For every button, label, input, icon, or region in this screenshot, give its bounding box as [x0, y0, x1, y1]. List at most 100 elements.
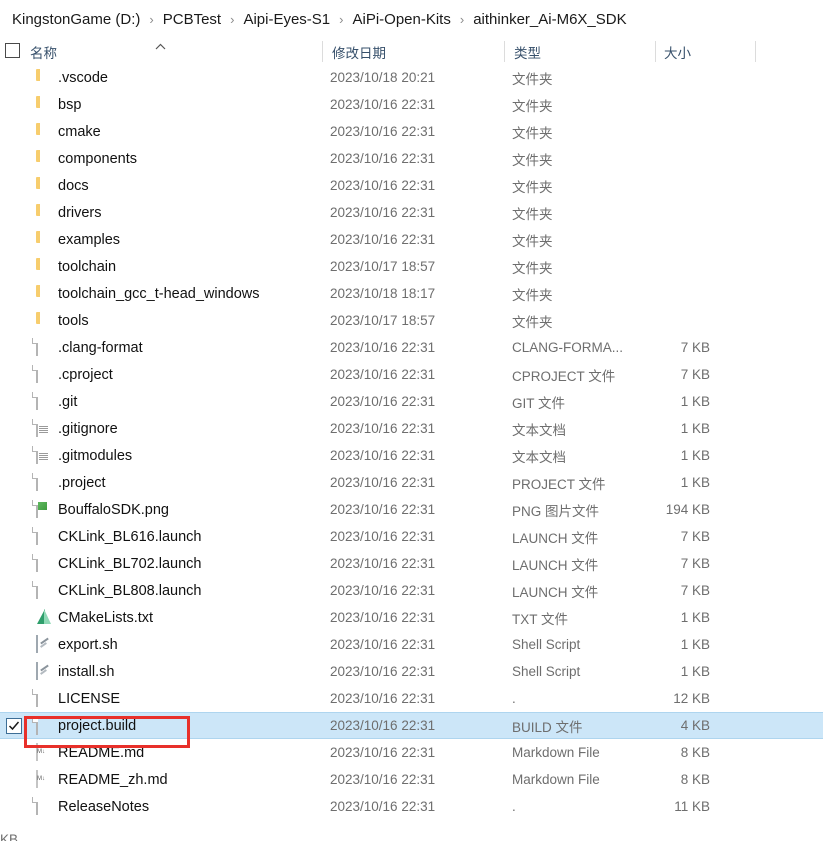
table-row[interactable]: project.build 2023/10/16 22:31 BUILD 文件 4 K… [0, 712, 823, 739]
table-row[interactable]: drivers 2023/10/16 22:31 文件夹 [0, 199, 823, 226]
file-name[interactable]: .vscode [58, 70, 108, 86]
table-row[interactable]: .clang-format 2023/10/16 22:31 CLANG-FORMA… [0, 334, 823, 361]
table-row[interactable]: CMakeLists.txt 2023/10/16 22:31 TXT 文件 1 KB [0, 604, 823, 631]
file-date-modified: 2023/10/16 22:31 [330, 367, 436, 382]
table-row[interactable]: toolchain_gcc_t-head_windows 2023/10/18 1… [0, 280, 823, 307]
file-type: BUILD 文件 [512, 719, 583, 735]
breadcrumb[interactable]: KingstonGame (D:) › PCBTest › Aipi-Eyes-S1 › A… [0, 0, 823, 38]
image-file-icon [36, 500, 53, 519]
file-size: 7 KB [680, 529, 710, 544]
table-row[interactable]: BouffaloSDK.png 2023/10/16 22:31 PNG 图片文件 1… [0, 496, 823, 523]
table-row[interactable]: export.sh 2023/10/16 22:31 Shell Script 1 K… [0, 631, 823, 658]
file-size: 1 KB [680, 394, 710, 409]
column-divider-type[interactable] [655, 41, 656, 62]
column-header-type[interactable]: 类型 [514, 42, 541, 62]
table-row[interactable]: .cproject 2023/10/16 22:31 CPROJECT 文件 7 KB [0, 361, 823, 388]
file-date-modified: 2023/10/16 22:31 [330, 745, 436, 760]
column-header-date-modified[interactable]: 修改日期 [332, 42, 386, 62]
table-row[interactable]: M↓ README.md 2023/10/16 22:31 Markdown File… [0, 739, 823, 766]
table-row[interactable]: LICENSE 2023/10/16 22:31. 12 KB [0, 685, 823, 712]
file-size: 194 KB [665, 502, 710, 517]
file-name[interactable]: bsp [58, 97, 81, 113]
blank-document-icon [36, 338, 53, 357]
file-name[interactable]: project.build [58, 718, 136, 734]
file-type: 文本文档 [512, 422, 566, 438]
file-list[interactable]: .vscode 2023/10/18 20:21 文件夹 bsp 2023/10/16 … [0, 64, 823, 820]
file-size: 12 KB [673, 691, 710, 706]
breadcrumb-item-2[interactable]: Aipi-Eyes-S1 [241, 10, 332, 29]
table-row[interactable]: cmake 2023/10/16 22:31 文件夹 [0, 118, 823, 145]
column-divider-date[interactable] [504, 41, 505, 62]
file-date-modified: 2023/10/16 22:31 [330, 124, 436, 139]
table-row[interactable]: bsp 2023/10/16 22:31 文件夹 [0, 91, 823, 118]
column-header-name[interactable]: 名称 [30, 42, 57, 62]
file-name[interactable]: .gitmodules [58, 448, 132, 464]
table-row[interactable]: CKLink_BL702.launch 2023/10/16 22:31 LAUNC… [0, 550, 823, 577]
file-name[interactable]: CKLink_BL808.launch [58, 583, 202, 599]
breadcrumb-item-3[interactable]: AiPi-Open-Kits [350, 10, 452, 29]
file-date-modified: 2023/10/16 22:31 [330, 178, 436, 193]
file-name[interactable]: docs [58, 178, 89, 194]
table-row[interactable]: M↓ README_zh.md 2023/10/16 22:31 Markdown F… [0, 766, 823, 793]
column-header-size[interactable]: 大小 [664, 42, 691, 62]
file-name[interactable]: .project [58, 475, 106, 491]
table-row[interactable]: toolchain 2023/10/17 18:57 文件夹 [0, 253, 823, 280]
file-name[interactable]: BouffaloSDK.png [58, 502, 169, 518]
file-name[interactable]: README.md [58, 745, 144, 761]
file-name[interactable]: toolchain_gcc_t-head_windows [58, 286, 260, 302]
blank-document-icon [36, 392, 53, 411]
file-name[interactable]: .clang-format [58, 340, 143, 356]
row-checkbox[interactable] [6, 718, 22, 734]
file-name[interactable]: .git [58, 394, 77, 410]
table-row[interactable]: .gitignore 2023/10/16 22:31 文本文档 1 KB [0, 415, 823, 442]
table-row[interactable]: .project 2023/10/16 22:31 PROJECT 文件 1 KB [0, 469, 823, 496]
table-row[interactable]: docs 2023/10/16 22:31 文件夹 [0, 172, 823, 199]
file-name[interactable]: README_zh.md [58, 772, 168, 788]
select-all-checkbox[interactable] [5, 43, 20, 58]
file-name[interactable]: .cproject [58, 367, 113, 383]
file-name[interactable]: components [58, 151, 137, 167]
breadcrumb-item-0[interactable]: KingstonGame (D:) [10, 10, 142, 29]
blank-document-icon [36, 554, 53, 573]
breadcrumb-item-1[interactable]: PCBTest [161, 10, 223, 29]
file-name[interactable]: LICENSE [58, 691, 120, 707]
file-name[interactable]: CMakeLists.txt [58, 610, 153, 626]
file-date-modified: 2023/10/16 22:31 [330, 232, 436, 247]
file-name[interactable]: ReleaseNotes [58, 799, 149, 815]
breadcrumb-separator: › [459, 11, 465, 27]
table-row[interactable]: ReleaseNotes 2023/10/16 22:31. 11 KB [0, 793, 823, 820]
file-name[interactable]: .gitignore [58, 421, 118, 437]
file-date-modified: 2023/10/16 22:31 [330, 529, 436, 544]
file-name[interactable]: examples [58, 232, 120, 248]
file-name[interactable]: drivers [58, 205, 102, 221]
table-row[interactable]: install.sh 2023/10/16 22:31 Shell Script 1 … [0, 658, 823, 685]
table-row[interactable]: CKLink_BL808.launch 2023/10/16 22:31 LAUNC… [0, 577, 823, 604]
file-type: Markdown File [512, 745, 600, 760]
file-name[interactable]: CKLink_BL616.launch [58, 529, 202, 545]
table-row[interactable]: components 2023/10/16 22:31 文件夹 [0, 145, 823, 172]
file-name[interactable]: export.sh [58, 637, 118, 653]
table-row[interactable]: .git 2023/10/16 22:31 GIT 文件 1 KB [0, 388, 823, 415]
blank-document-icon [36, 689, 53, 708]
table-row[interactable]: .gitmodules 2023/10/16 22:31 文本文档 1 KB [0, 442, 823, 469]
table-row[interactable]: examples 2023/10/16 22:31 文件夹 [0, 226, 823, 253]
breadcrumb-separator: › [230, 11, 235, 27]
file-name[interactable]: CKLink_BL702.launch [58, 556, 202, 572]
folder-icon [36, 204, 53, 222]
table-row[interactable]: .vscode 2023/10/18 20:21 文件夹 [0, 64, 823, 91]
text-document-icon [36, 419, 53, 438]
table-row[interactable]: tools 2023/10/17 18:57 文件夹 [0, 307, 823, 334]
file-type: 文件夹 [512, 152, 553, 168]
column-header-row[interactable]: 名称 修改日期 类型 大小 [0, 38, 823, 64]
file-name[interactable]: install.sh [58, 664, 114, 680]
file-type: PNG 图片文件 [512, 503, 600, 519]
file-name[interactable]: tools [58, 313, 89, 329]
column-divider-size[interactable] [755, 41, 756, 62]
file-size: 1 KB [680, 448, 710, 463]
file-name[interactable]: toolchain [58, 259, 116, 275]
breadcrumb-item-4[interactable]: aithinker_Ai-M6X_SDK [471, 10, 628, 29]
column-divider-name[interactable] [322, 41, 323, 62]
file-name[interactable]: cmake [58, 124, 101, 140]
table-row[interactable]: CKLink_BL616.launch 2023/10/16 22:31 LAUNC… [0, 523, 823, 550]
file-type: 文件夹 [512, 125, 553, 141]
